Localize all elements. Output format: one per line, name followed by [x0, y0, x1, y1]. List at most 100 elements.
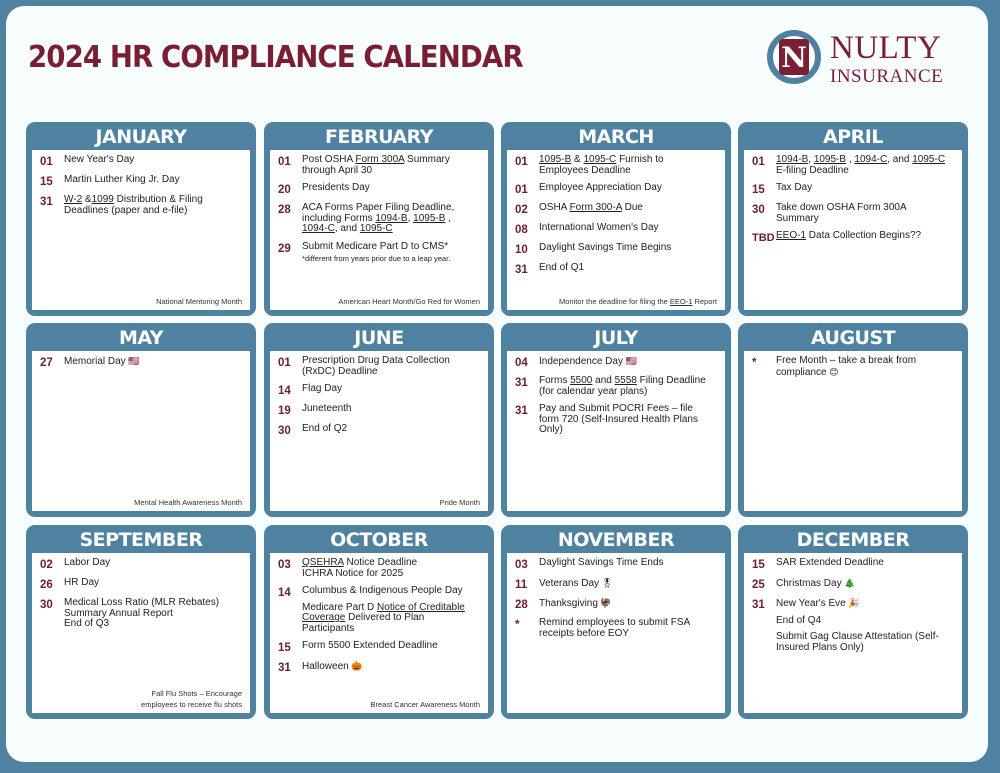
- event-text: Submit Medicare Part D to CMS* *different…: [302, 240, 482, 265]
- event-item: 14 Columbus & Indigenous People Day Medica…: [278, 585, 482, 635]
- event-line: Veterans Day 🎖: [539, 578, 613, 589]
- month-title: MAY: [118, 327, 164, 349]
- event-item: 01 New Year's Day: [40, 154, 244, 168]
- event-item: 31 Forms 5500 and 5558 Filing Deadline (fo…: [515, 375, 719, 397]
- event-item: 15 Martin Luther King Jr. Day: [40, 174, 244, 188]
- observance-line: Breast Cancer Awareness Month: [370, 700, 480, 709]
- event-item: 31 Halloween 🎃: [278, 661, 482, 674]
- month-events: 01 Prescription Drug Data Collection (RxDC…: [270, 351, 488, 511]
- month-title: AUGUST: [810, 327, 896, 349]
- event-line: Remind employees to submit FSA: [539, 617, 691, 628]
- event-line: 1094-B, 1095-B , 1094-C, and 1095-C: [776, 154, 946, 165]
- event-extra: Medicare Part D Notice of Creditable Cove…: [302, 602, 482, 635]
- form-link[interactable]: Form 300-A: [570, 202, 622, 213]
- month-events: * Free Month – take a break from complianc…: [744, 351, 962, 511]
- form-link[interactable]: 1095-B: [539, 154, 571, 165]
- month-card-june: JUNE 01 Prescription Drug Data Collection(…: [264, 323, 494, 517]
- event-day: 14: [278, 385, 291, 397]
- event-day: *: [752, 357, 757, 369]
- event-day: 02: [40, 559, 53, 571]
- month-observance: Mental Health Awareness Month: [134, 497, 242, 508]
- event-day: 15: [752, 559, 765, 571]
- event-day: 03: [515, 559, 528, 571]
- event-day: 26: [40, 579, 53, 591]
- form-link[interactable]: 1094-B: [776, 154, 808, 165]
- event-item: 27 Memorial Day 🇺🇸: [40, 356, 244, 369]
- event-day: 31: [752, 599, 765, 611]
- form-link[interactable]: 1099: [92, 194, 114, 205]
- event-extra: End of Q4: [776, 615, 956, 627]
- event-day: 25: [752, 579, 765, 591]
- event-text: Martin Luther King Jr. Day: [64, 174, 244, 188]
- event-item: 28 Thanksgiving 🦃: [515, 598, 719, 611]
- form-link[interactable]: QSEHRA: [302, 557, 344, 568]
- event-text: Daylight Savings Time Ends: [539, 557, 719, 571]
- event-item: 15 SAR Extended Deadline: [752, 557, 956, 571]
- event-day: 20: [278, 184, 291, 196]
- form-link[interactable]: 5500: [570, 375, 592, 386]
- event-item: 15 Form 5500 Extended Deadline: [278, 640, 482, 654]
- event-line: Submit Medicare Part D to CMS*: [302, 240, 449, 252]
- event-item: * Free Month – take a break from complianc…: [752, 355, 956, 378]
- event-line: Juneteenth: [302, 403, 352, 414]
- month-title: NOVEMBER: [557, 529, 675, 551]
- event-line: Medical Loss Ratio (MLR Rebates): [64, 597, 220, 608]
- event-line: Only): [539, 424, 563, 435]
- event-line: New Year's Day: [64, 154, 135, 165]
- event-day: *: [515, 619, 520, 631]
- event-day: 01: [752, 156, 765, 168]
- event-text: Halloween 🎃: [302, 661, 482, 674]
- event-item: 15 Tax Day: [752, 182, 956, 196]
- form-link[interactable]: 1095-C: [583, 154, 616, 165]
- form-link[interactable]: W-2: [64, 194, 82, 205]
- form-link[interactable]: EEO-1: [670, 297, 693, 306]
- event-emoji-icon: 🎄: [841, 578, 856, 588]
- event-line: Labor Day: [64, 557, 111, 568]
- form-link[interactable]: 1095-B: [413, 213, 445, 224]
- month-title: JUNE: [354, 327, 404, 349]
- event-line: Halloween 🎃: [302, 661, 363, 672]
- form-link[interactable]: 1095-B: [814, 154, 846, 165]
- event-text: OSHA Form 300-A Due: [539, 202, 719, 216]
- page-title: 2024 HR COMPLIANCE CALENDAR: [28, 40, 524, 75]
- event-emoji-icon: 🎃: [348, 661, 363, 671]
- month-events: 01 New Year's Day 15 Martin Luther King Jr.…: [32, 150, 250, 310]
- form-link[interactable]: EEO-1: [776, 230, 806, 241]
- form-link[interactable]: 1095-C: [912, 154, 945, 165]
- form-link[interactable]: 1095-C: [360, 223, 393, 234]
- event-day: 03: [278, 559, 291, 571]
- form-link[interactable]: 1094-B: [375, 213, 407, 224]
- event-item: 02 Labor Day: [40, 557, 244, 571]
- event-day: 30: [278, 425, 291, 437]
- observance-line: National Mentoring Month: [156, 297, 242, 306]
- month-events: 01 1094-B, 1095-B , 1094-C, and 1095-C E-f…: [744, 150, 962, 310]
- month-card-november: NOVEMBER 03 Daylight Savings Time Ends 11 Ve…: [501, 525, 731, 719]
- event-day: 31: [40, 196, 53, 208]
- form-link[interactable]: Notice of Creditable: [377, 602, 465, 613]
- event-text: Free Month – take a break from compliance…: [776, 355, 956, 378]
- event-line: End of Q1: [539, 262, 585, 273]
- event-item: 02 OSHA Form 300-A Due: [515, 202, 719, 216]
- form-link[interactable]: 1094-C: [854, 154, 887, 165]
- month-events: 03 QSEHRA Notice Deadline ICHRA Notice for…: [270, 553, 488, 713]
- event-day: 04: [515, 357, 528, 369]
- event-text: HR Day: [64, 577, 244, 591]
- event-text: Christmas Day 🎄: [776, 578, 956, 591]
- event-line: SAR Extended Deadline: [776, 557, 884, 568]
- month-title: OCTOBER: [330, 529, 428, 551]
- form-link[interactable]: Form 300A: [355, 154, 404, 165]
- month-events: 15 SAR Extended Deadline 25 Christmas Day 🎄…: [744, 553, 962, 713]
- form-link[interactable]: Coverage: [302, 612, 345, 623]
- month-observance: Fall Flu Shots – Encourage employees to r…: [141, 688, 242, 710]
- month-card-january: JANUARY 01 New Year's Day 15 Martin Luther K…: [26, 122, 256, 316]
- event-text: Forms 5500 and 5558 Filing Deadline (for …: [539, 375, 719, 397]
- event-item: 03 Daylight Savings Time Ends: [515, 557, 719, 571]
- event-text: Labor Day: [64, 557, 244, 571]
- event-day: 28: [278, 204, 291, 216]
- event-line: through April 30: [302, 164, 373, 176]
- form-link[interactable]: 5558: [615, 375, 637, 386]
- event-text: Employee Appreciation Day: [539, 182, 719, 196]
- month-events: 01 Post OSHA Form 300A Summary through Apr…: [270, 150, 488, 310]
- form-link[interactable]: 1094-C: [302, 223, 335, 234]
- event-line: HR Day: [64, 577, 100, 588]
